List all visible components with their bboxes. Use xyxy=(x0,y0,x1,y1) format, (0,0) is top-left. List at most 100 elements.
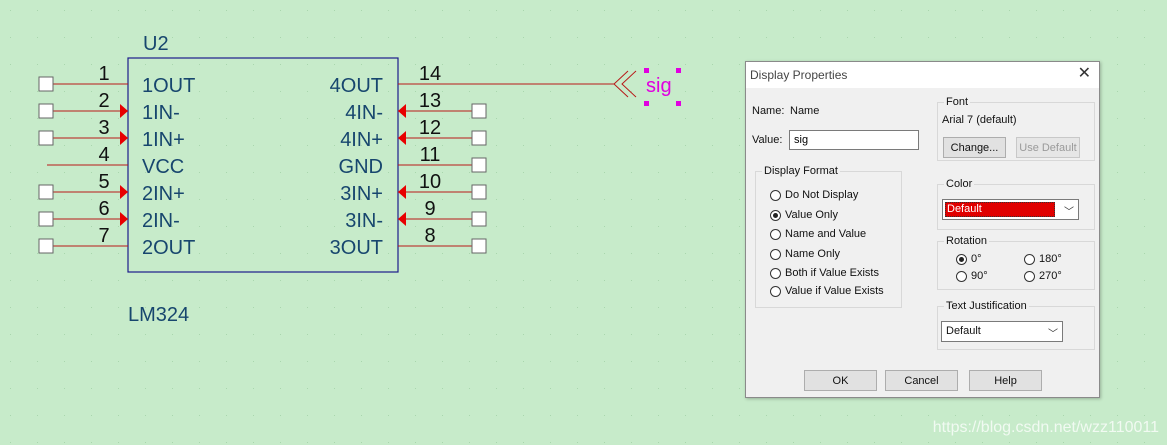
pin-terminal-box[interactable] xyxy=(471,211,487,227)
radio-name-and-value[interactable]: Name and Value xyxy=(770,227,866,241)
pin-terminal-box[interactable] xyxy=(471,238,487,254)
cancel-button[interactable]: Cancel xyxy=(885,370,958,391)
grid-dot xyxy=(388,10,389,11)
radio-button[interactable] xyxy=(770,267,781,279)
grid-dot xyxy=(523,172,524,173)
radio-value-if-value-exists[interactable]: Value if Value Exists xyxy=(770,284,884,298)
grid-dot xyxy=(739,226,740,227)
selection-handle[interactable] xyxy=(644,101,649,106)
pin-number: 14 xyxy=(419,63,441,85)
pin-terminal-box[interactable] xyxy=(471,184,487,200)
radio-rotation-180[interactable]: 180° xyxy=(1024,252,1062,266)
grid-dot xyxy=(1144,280,1145,281)
grid-dot xyxy=(631,226,632,227)
radio-button[interactable] xyxy=(770,248,781,260)
grid-dot xyxy=(1117,37,1118,38)
radio-button[interactable] xyxy=(770,189,781,201)
radio-both-if-value-exists[interactable]: Both if Value Exists xyxy=(770,266,879,280)
grid-dot xyxy=(658,10,659,11)
grid-dot xyxy=(712,118,713,119)
grid-dot xyxy=(631,10,632,11)
pin-terminal-box[interactable] xyxy=(38,184,54,200)
offpage-connector-inner[interactable] xyxy=(613,70,629,98)
ok-button[interactable]: OK xyxy=(804,370,877,391)
radio-rotation-270[interactable]: 270° xyxy=(1024,269,1062,283)
pin-name: VCC xyxy=(142,156,184,178)
color-select[interactable]: Default ﹀ xyxy=(942,199,1079,220)
radio-button[interactable] xyxy=(770,285,781,297)
pin-terminal-box[interactable] xyxy=(38,76,54,92)
grid-dot xyxy=(739,64,740,65)
grid-dot xyxy=(550,118,551,119)
pin-1[interactable]: 1 1OUT xyxy=(38,63,195,97)
radio-button-selected[interactable] xyxy=(956,253,967,265)
grid-dot xyxy=(199,145,200,146)
grid-dot xyxy=(550,145,551,146)
grid-dot xyxy=(307,334,308,335)
radio-button[interactable] xyxy=(1024,253,1035,265)
use-default-font-button[interactable]: Use Default xyxy=(1016,137,1080,158)
name-value: Name xyxy=(790,105,820,117)
grid-dot xyxy=(334,280,335,281)
radio-name-only[interactable]: Name Only xyxy=(770,247,840,261)
radio-do-not-display[interactable]: Do Not Display xyxy=(770,188,858,202)
help-button[interactable]: Help xyxy=(969,370,1042,391)
chevron-down-icon[interactable]: ﹀ xyxy=(1064,203,1074,218)
radio-button[interactable] xyxy=(770,228,781,240)
selection-handle[interactable] xyxy=(676,101,681,106)
grid-dot xyxy=(280,226,281,227)
pin-terminal-box[interactable] xyxy=(471,130,487,146)
selection-handle[interactable] xyxy=(644,68,649,73)
pin-terminal-box[interactable] xyxy=(471,157,487,173)
grid-dot xyxy=(199,442,200,443)
grid-dot xyxy=(631,199,632,200)
value-input[interactable] xyxy=(789,130,919,150)
grid-dot xyxy=(253,442,254,443)
text-justification-select[interactable]: Default ﹀ xyxy=(941,321,1063,342)
grid-dot xyxy=(361,388,362,389)
grid-dot xyxy=(1117,10,1118,11)
grid-dot xyxy=(928,442,929,443)
radio-rotation-90[interactable]: 90° xyxy=(956,269,988,283)
grid-dot xyxy=(874,10,875,11)
grid-dot xyxy=(307,64,308,65)
grid-dot xyxy=(739,172,740,173)
component-refdes[interactable]: U2 xyxy=(143,33,169,55)
grid-dot xyxy=(685,226,686,227)
change-font-button[interactable]: Change... xyxy=(943,137,1006,158)
grid-dot xyxy=(64,91,65,92)
close-icon[interactable]: ✕ xyxy=(1078,66,1091,82)
grid-dot xyxy=(658,172,659,173)
grid-dot xyxy=(766,442,767,443)
pin-terminal-box[interactable] xyxy=(38,130,54,146)
grid-dot xyxy=(820,37,821,38)
selection-handle[interactable] xyxy=(676,68,681,73)
grid-dot xyxy=(1117,91,1118,92)
radio-button-selected[interactable] xyxy=(770,209,781,221)
grid-dot xyxy=(442,361,443,362)
grid-dot xyxy=(10,307,11,308)
pin-terminal-box[interactable] xyxy=(38,238,54,254)
radio-button[interactable] xyxy=(956,270,967,282)
grid-dot xyxy=(307,388,308,389)
grid-dot xyxy=(64,334,65,335)
radio-rotation-0[interactable]: 0° xyxy=(956,252,982,266)
grid-dot xyxy=(577,361,578,362)
pin-terminal-box[interactable] xyxy=(38,211,54,227)
net-label-sig[interactable]: sig xyxy=(646,75,672,97)
grid-dot xyxy=(280,64,281,65)
grid-dot xyxy=(10,361,11,362)
component-part-name[interactable]: LM324 xyxy=(128,304,189,326)
grid-dot xyxy=(226,280,227,281)
dialog-titlebar[interactable]: Display Properties ✕ xyxy=(746,62,1099,88)
chevron-down-icon[interactable]: ﹀ xyxy=(1048,325,1058,340)
grid-dot xyxy=(226,10,227,11)
grid-dot xyxy=(469,172,470,173)
pin-name: 2IN- xyxy=(142,210,180,232)
grid-dot xyxy=(415,361,416,362)
pin-terminal-box[interactable] xyxy=(38,103,54,119)
radio-value-only[interactable]: Value Only xyxy=(770,208,838,222)
pin-number: 2 xyxy=(98,90,109,112)
radio-button[interactable] xyxy=(1024,270,1035,282)
pin-terminal-box[interactable] xyxy=(471,103,487,119)
